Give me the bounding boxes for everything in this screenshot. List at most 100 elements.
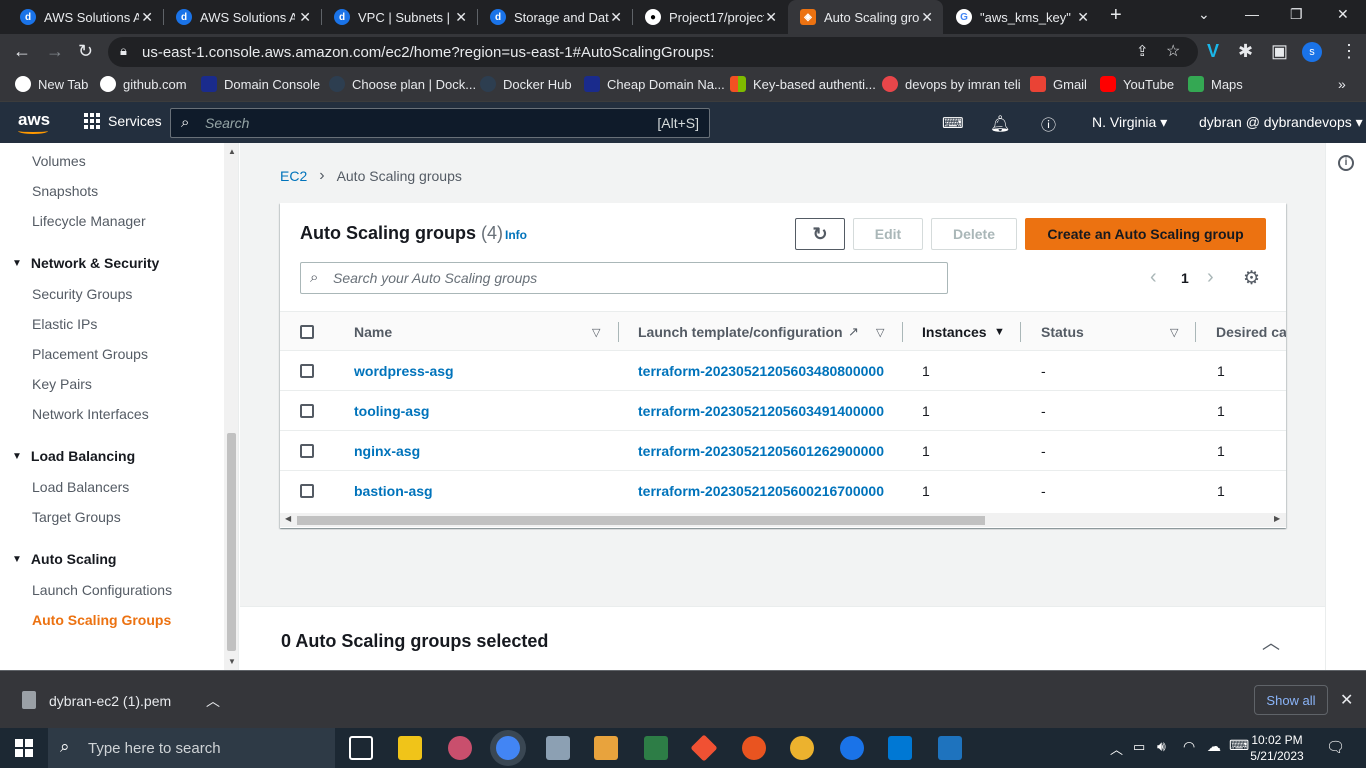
aws-logo[interactable]: aws <box>18 110 50 130</box>
sort-icon[interactable]: ▽ <box>1170 326 1178 339</box>
bookmark-gmail[interactable]: Gmail <box>1030 76 1087 92</box>
sidebar-item-auto-scaling-groups[interactable]: Auto Scaling Groups <box>32 612 171 628</box>
asg-name-link[interactable]: bastion-asg <box>354 483 433 499</box>
launch-template-link[interactable]: terraform-20230521205603491400000 <box>638 403 903 419</box>
info-link[interactable]: Info <box>505 228 527 242</box>
row-checkbox[interactable] <box>300 444 314 458</box>
bookmark-devops[interactable]: devops by imran teli <box>882 76 1021 92</box>
chevron-up-icon[interactable]: ︿ <box>1262 629 1280 655</box>
address-bar[interactable]: 🔒︎ us-east-1.console.aws.amazon.com/ec2/… <box>108 37 1198 67</box>
ubuntu-icon[interactable] <box>742 736 766 760</box>
launch-template-link[interactable]: terraform-20230521205600216700000 <box>638 483 903 499</box>
services-menu[interactable]: Services <box>84 113 162 129</box>
close-window-button[interactable]: ✕ <box>1337 6 1349 23</box>
close-tab-icon[interactable]: ✕ <box>1077 9 1089 26</box>
chrome-icon[interactable] <box>496 736 520 760</box>
sidebar-item-network-interfaces[interactable]: Network Interfaces <box>32 406 149 422</box>
sidebar-item-target-groups[interactable]: Target Groups <box>32 509 121 525</box>
bookmark-docker-hub[interactable]: Docker Hub <box>480 76 572 92</box>
close-downloads-icon[interactable]: ✕ <box>1340 690 1353 710</box>
download-item[interactable]: dybran-ec2 (1).pem <box>49 693 171 709</box>
new-tab-button[interactable]: + <box>1110 4 1122 27</box>
help-icon[interactable]: ⓘ <box>1041 114 1056 135</box>
chevron-up-icon[interactable]: ︿ <box>206 691 220 711</box>
browser-tab[interactable]: d AWS Solutions Ar ✕ <box>8 0 163 34</box>
region-selector[interactable]: N. Virginia ▾ <box>1092 114 1167 131</box>
volume-icon[interactable]: 🔊︎ <box>1157 738 1166 755</box>
sidebar-section-load-balancing[interactable]: ▼ Load Balancing <box>12 448 135 464</box>
sidebar-section-network-security[interactable]: ▼ Network & Security <box>12 255 159 271</box>
sidebar-item-security-groups[interactable]: Security Groups <box>32 286 132 302</box>
browser-tab[interactable]: G "aws_kms_key" "r ✕ <box>944 0 1099 34</box>
column-header-instances[interactable]: Instances <box>922 324 987 340</box>
share-icon[interactable]: ⇪ <box>1136 42 1149 60</box>
table-row[interactable]: nginx-asg terraform-20230521205601262900… <box>280 431 1286 471</box>
scroll-down-icon[interactable]: ▼ <box>228 657 236 666</box>
sort-icon[interactable]: ▽ <box>592 326 600 339</box>
vimeo-extension-icon[interactable]: V <box>1207 42 1219 60</box>
sidebar-item-snapshots[interactable]: Snapshots <box>32 183 98 199</box>
bookmark-new-tab[interactable]: New Tab <box>15 76 88 92</box>
sidebar-item-elastic-ips[interactable]: Elastic IPs <box>32 316 97 332</box>
url-text[interactable]: us-east-1.console.aws.amazon.com/ec2/hom… <box>142 44 714 61</box>
bookmark-docker-plan[interactable]: Choose plan | Dock... <box>329 76 476 92</box>
launch-template-link[interactable]: terraform-20230521205601262900000 <box>638 443 903 459</box>
browser-tab-active[interactable]: ◈ Auto Scaling gro ✕ <box>788 0 943 34</box>
app-icon[interactable] <box>938 736 962 760</box>
bookmark-maps[interactable]: Maps <box>1188 76 1243 92</box>
forward-icon[interactable]: → <box>46 42 64 60</box>
battery-icon[interactable]: ▭ <box>1133 739 1145 755</box>
table-row[interactable]: wordpress-asg terraform-2023052120560348… <box>280 351 1286 391</box>
delete-button[interactable]: Delete <box>931 218 1017 250</box>
close-tab-icon[interactable]: ✕ <box>299 9 311 26</box>
browser-tab[interactable]: d AWS Solutions Ar ✕ <box>164 0 321 34</box>
breadcrumb-ec2-link[interactable]: EC2 <box>280 168 307 184</box>
app-icon[interactable] <box>448 736 472 760</box>
taskbar-search[interactable]: ⌕ Type here to search <box>48 728 335 768</box>
column-header-name[interactable]: Name <box>354 324 392 340</box>
bookmark-github[interactable]: github.com <box>100 76 187 92</box>
current-page[interactable]: 1 <box>1181 270 1189 286</box>
show-all-downloads-button[interactable]: Show all <box>1254 685 1328 715</box>
close-tab-icon[interactable]: ✕ <box>455 9 467 26</box>
scroll-up-icon[interactable]: ▲ <box>228 147 236 156</box>
aws-search-box[interactable]: ⌕ [Alt+S] <box>170 108 710 138</box>
row-checkbox[interactable] <box>300 484 314 498</box>
browser-tab[interactable]: d Storage and Data ✕ <box>478 0 632 34</box>
windows-start-icon[interactable] <box>15 739 33 757</box>
file-explorer-icon[interactable] <box>398 736 422 760</box>
git-icon[interactable] <box>690 734 718 762</box>
bookmark-key-auth[interactable]: Key-based authenti... <box>730 76 876 92</box>
preferences-gear-icon[interactable]: ⚙ <box>1243 267 1260 290</box>
sidebar-item-volumes[interactable]: Volumes <box>32 153 86 169</box>
profile-avatar[interactable]: s <box>1302 42 1322 62</box>
sidebar-section-auto-scaling[interactable]: ▼ Auto Scaling <box>12 551 116 567</box>
sidebar-item-placement-groups[interactable]: Placement Groups <box>32 346 148 362</box>
bookmark-youtube[interactable]: YouTube <box>1100 76 1174 92</box>
row-checkbox[interactable] <box>300 404 314 418</box>
notifications-icon[interactable]: 🗨︎ <box>1326 738 1345 756</box>
table-scroll-thumb[interactable] <box>297 516 985 525</box>
sorted-descending-icon[interactable]: ▼ <box>994 326 1005 338</box>
edit-button[interactable]: Edit <box>853 218 923 250</box>
column-header-status[interactable]: Status <box>1041 324 1084 340</box>
sidebar-scroll-thumb[interactable] <box>227 433 236 651</box>
media-player-icon[interactable] <box>594 736 618 760</box>
refresh-button[interactable]: ↻ <box>795 218 845 250</box>
system-clock[interactable]: 10:02 PM 5/21/2023 <box>1247 732 1307 764</box>
asg-name-link[interactable]: wordpress-asg <box>354 363 454 379</box>
bookmark-domain-console[interactable]: Domain Console <box>201 76 320 92</box>
column-header-desired-capacity[interactable]: Desired cap <box>1216 324 1286 340</box>
sidebar-item-key-pairs[interactable]: Key Pairs <box>32 376 92 392</box>
app-icon[interactable] <box>644 736 668 760</box>
launch-template-link[interactable]: terraform-20230521205603480800000 <box>638 363 903 379</box>
extensions-icon[interactable]: ✱ <box>1238 42 1253 60</box>
info-panel-icon[interactable]: i <box>1338 155 1354 171</box>
reload-icon[interactable]: ↻ <box>78 42 93 60</box>
next-page-icon[interactable]: › <box>1207 266 1214 289</box>
tab-search-icon[interactable]: ⌄ <box>1198 6 1210 23</box>
browser-menu-icon[interactable]: ⋮ <box>1340 42 1358 60</box>
select-all-checkbox[interactable] <box>300 325 314 339</box>
row-checkbox[interactable] <box>300 364 314 378</box>
column-header-launch-template[interactable]: Launch template/configuration <box>638 324 843 340</box>
